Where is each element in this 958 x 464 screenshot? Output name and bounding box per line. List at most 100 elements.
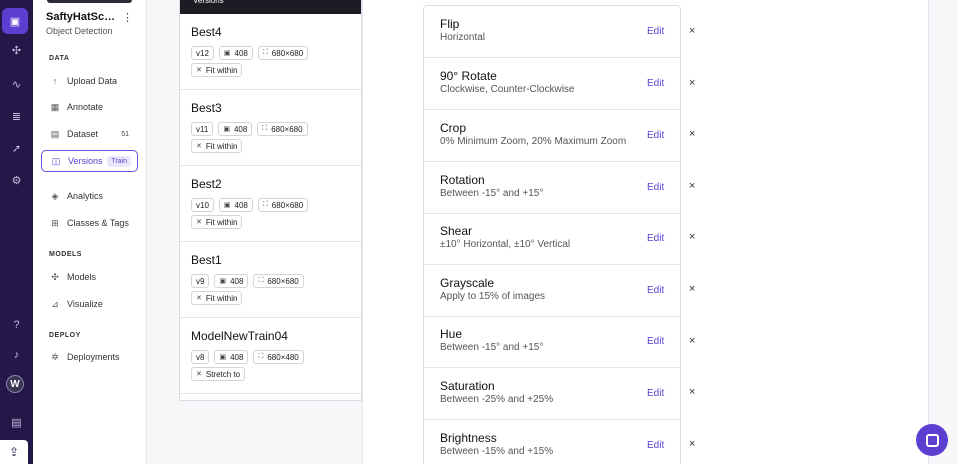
edit-button[interactable]: Edit [647,78,664,89]
project-menu-icon[interactable]: ⋮ [122,11,133,24]
chip-text: Fit within [205,65,238,75]
version-number-chip: v8 [191,350,210,364]
augmentation-desc: 0% Minimum Zoom, 20% Maximum Zoom [440,136,627,147]
bell-icon[interactable]: ♪ [6,344,27,365]
nav-label: Deployments [67,352,120,362]
chip-text: 680×680 [271,200,304,210]
version-item[interactable]: Best1 v9 ▣ 408 ⛶ 680×680 ✕ Fit within [180,242,362,318]
chip-text: 408 [233,124,248,134]
nav-label: Versions [68,156,103,166]
remove-icon[interactable]: × [689,386,695,398]
chip-text: 408 [230,276,244,286]
version-name: ModelNewTrain04 [191,329,288,343]
nav-visualize[interactable]: ⊿ Visualize [41,293,138,315]
remove-icon[interactable]: × [689,25,695,37]
remove-icon[interactable]: × [689,335,695,347]
chip-text: Stretch to [205,369,241,379]
augmentation-name: Brightness [440,431,497,445]
icon-rail: ▣ ✣ ∿ ≣ ➚ ⚙ ? ♪ W ▤ ⇪ [0,0,33,464]
help-icon[interactable]: ? [6,314,27,335]
version-item[interactable]: Best3 v11 ▣ 408 ⛶ 680×680 ✕ Fit within [180,90,362,166]
settings-icon[interactable]: ⚙ [6,170,27,191]
version-detail-panel: Flip Horizontal Edit 90° Rotate Clockwis… [362,0,929,464]
chip-text: 408 [234,200,248,210]
nav-analytics[interactable]: ◈ Analytics [41,185,138,207]
versions-list: Versions Best4 v12 ▣ 408 ⛶ 680×680 ✕ Fit wi… [179,0,362,401]
edit-button[interactable]: Edit [647,336,664,347]
versions-header: Versions [180,0,361,14]
chip-text: 680×680 [271,48,304,58]
resize-icon: ✕ [196,371,202,378]
upload-icon: ↑ [52,76,58,86]
nav-label: Upload Data [67,76,118,86]
nav-versions[interactable]: ◫ Versions Train [41,150,138,172]
chip-text: 408 [230,352,244,362]
database-icon[interactable]: ≣ [6,106,27,127]
chip-text: Fit within [205,293,238,303]
augmentation-desc: Between -15° and +15° [440,342,544,353]
avatar[interactable]: W [6,375,24,393]
resize-icon: ✕ [196,219,202,226]
remove-icon[interactable]: × [689,438,695,450]
augmentation-desc: Clockwise, Counter-Clockwise [440,84,575,95]
edit-button[interactable]: Edit [647,285,664,296]
workflows-icon[interactable]: ✣ [6,40,27,61]
section-models: MODELS [49,251,82,258]
nav-upload-data[interactable]: ↑ Upload Data [41,70,138,92]
upload-icon[interactable]: ⇪ [0,440,28,464]
resize-chip: ✕ Fit within [191,215,243,229]
image-icon: ▣ [223,50,231,57]
remove-icon[interactable]: × [689,231,695,243]
analytics-icon[interactable]: ∿ [6,74,27,95]
chip-text: Fit within [205,141,238,151]
project-type: Object Detection [46,26,113,36]
visualize-icon: ⊿ [51,298,59,309]
nav-label: Models [67,272,97,282]
docs-icon[interactable]: ▤ [6,412,27,433]
chip-text: 408 [234,48,248,58]
edit-button[interactable]: Edit [647,233,664,244]
nav-annotate[interactable]: ▦ Annotate [41,96,138,118]
remove-icon[interactable]: × [689,180,695,192]
edit-button[interactable]: Edit [647,26,664,37]
version-item[interactable]: Best2 v10 ▣ 408 ⛶ 680×680 ✕ Fit within [180,166,362,242]
chip-text: 680×480 [267,352,299,362]
resolution-chip: ⛶ 680×680 [257,122,308,136]
chat-icon [925,433,939,447]
chat-launcher-button[interactable] [916,424,948,456]
nav-label: Classes & Tags [67,218,129,228]
remove-icon[interactable]: × [689,77,695,89]
nav-models[interactable]: ✣ Models [41,266,138,288]
deploy-icon[interactable]: ➚ [6,138,27,159]
remove-icon[interactable]: × [689,283,695,295]
image-count-chip: ▣ 408 [214,274,249,288]
version-item[interactable]: Best4 v12 ▣ 408 ⛶ 680×680 ✕ Fit within [180,14,362,90]
edit-button[interactable]: Edit [647,440,664,451]
resolution-chip: ⛶ 680×680 [257,198,309,212]
dataset-count: 51 [121,130,129,138]
edit-button[interactable]: Edit [647,130,664,141]
edit-button[interactable]: Edit [647,388,664,399]
project-name[interactable]: SaftyHatSca... [46,11,116,23]
version-item[interactable]: ModelNewTrain04 v8 ▣ 408 ⛶ 680×480 ✕ Stretc… [180,318,362,394]
project-thumbnail [47,0,132,3]
chip-text: 680×680 [267,276,299,286]
augmentation-list: Flip Horizontal Edit 90° Rotate Clockwis… [423,5,681,464]
versions-icon: ◫ [51,155,61,166]
augmentation-name: Hue [440,327,463,341]
augmentation-row: 90° Rotate Clockwise, Counter-Clockwise … [424,58,680,110]
nav-classes-tags[interactable]: ⊞ Classes & Tags [41,212,138,234]
nav-dataset[interactable]: ▤ Dataset 51 [41,123,138,145]
chip-text: Fit within [205,217,238,227]
nav-deployments[interactable]: ✲ Deployments [41,346,138,368]
chip-text: v9 [196,276,205,286]
augmentation-row: Hue Between -15° and +15° Edit [424,316,680,368]
image-count-chip: ▣ 408 [214,350,249,364]
projects-icon[interactable]: ▣ [2,8,28,34]
version-number-chip: v10 [191,198,214,212]
augmentation-row: Flip Horizontal Edit [424,6,680,58]
nav-label: Visualize [67,299,103,309]
remove-icon[interactable]: × [689,128,695,140]
edit-button[interactable]: Edit [647,182,664,193]
version-number-chip: v11 [191,122,214,136]
